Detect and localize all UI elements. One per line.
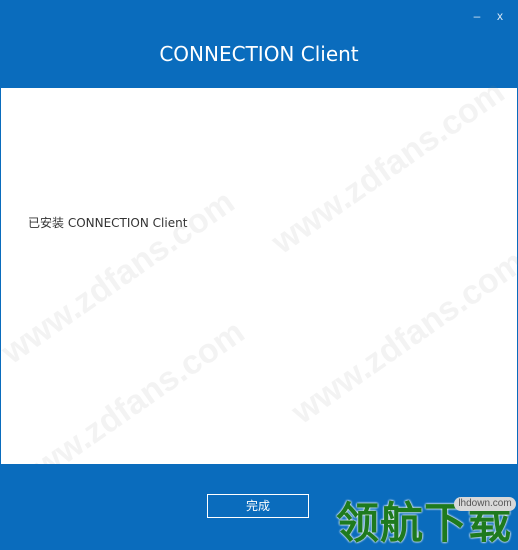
title-bar: CONNECTION Client – x (0, 0, 518, 88)
minimize-button[interactable]: – (465, 6, 489, 26)
watermark-text: www.zdfans.com (0, 182, 242, 372)
finish-button[interactable]: 完成 (207, 494, 309, 518)
install-status-text: 已安装 CONNECTION Client (28, 216, 188, 230)
logo-badge: lhdown.com (454, 497, 516, 511)
window-title: CONNECTION Client (159, 42, 359, 66)
watermark-text: www.zdfans.com (284, 242, 518, 432)
close-button[interactable]: x (488, 6, 512, 26)
content-panel: 已安装 CONNECTION Client www.zdfans.com www… (0, 73, 518, 502)
site-logo: 领航下载 lhdown.com (336, 494, 518, 550)
installer-window: CONNECTION Client – x 已安装 CONNECTION Cli… (0, 0, 518, 550)
watermark-text: www.zdfans.com (264, 72, 512, 262)
